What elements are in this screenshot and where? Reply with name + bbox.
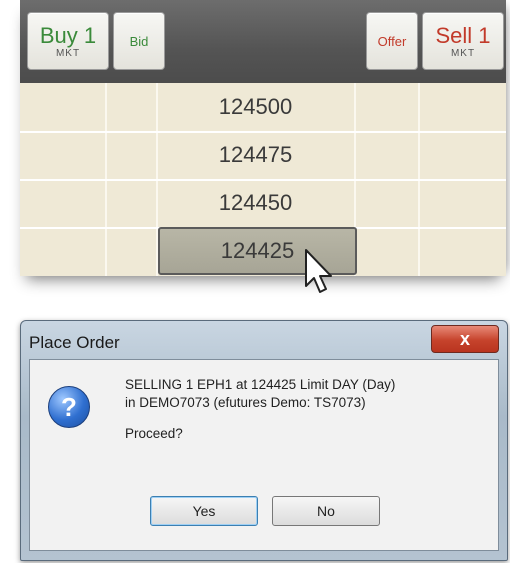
ladder-toolbar: Buy 1 MKT Bid Offer Sell 1 MKT bbox=[20, 0, 506, 83]
order-message-line: SELLING 1 EPH1 at 124425 Limit DAY (Day) bbox=[125, 377, 396, 392]
price-ladder: Buy 1 MKT Bid Offer Sell 1 MKT 124500 12… bbox=[20, 0, 506, 276]
proceed-prompt: Proceed? bbox=[125, 426, 183, 441]
place-order-dialog: Place Order x ? SELLING 1 EPH1 at 124425… bbox=[20, 320, 508, 561]
price-cell[interactable]: 124450 bbox=[158, 181, 353, 225]
close-button[interactable]: x bbox=[431, 325, 499, 353]
buy-market-button[interactable]: Buy 1 MKT bbox=[27, 12, 109, 70]
bid-button[interactable]: Bid bbox=[113, 12, 165, 70]
sell-label: Sell 1 bbox=[435, 22, 491, 48]
price-cell[interactable]: 124500 bbox=[158, 85, 353, 129]
ladder-row[interactable]: 124500 bbox=[20, 83, 506, 133]
dialog-body: ? SELLING 1 EPH1 at 124425 Limit DAY (Da… bbox=[29, 359, 499, 551]
question-icon: ? bbox=[48, 386, 90, 428]
bid-label: Bid bbox=[129, 33, 149, 49]
ladder-row[interactable]: 124425 bbox=[20, 227, 506, 275]
price-cell[interactable]: 124475 bbox=[158, 133, 353, 177]
mouse-pointer-icon bbox=[305, 249, 332, 293]
buy-order-type: MKT bbox=[55, 47, 81, 59]
no-button[interactable]: No bbox=[272, 496, 380, 526]
dialog-title: Place Order bbox=[29, 333, 120, 352]
sell-order-type: MKT bbox=[450, 47, 476, 59]
ladder-row[interactable]: 124450 bbox=[20, 179, 506, 229]
sell-market-button[interactable]: Sell 1 MKT bbox=[422, 12, 504, 70]
close-icon: x bbox=[459, 328, 470, 349]
yes-button[interactable]: Yes bbox=[150, 496, 258, 526]
ladder-row[interactable]: 124475 bbox=[20, 131, 506, 181]
order-message-line: in DEMO7073 (efutures Demo: TS7073) bbox=[125, 395, 366, 410]
offer-label: Offer bbox=[377, 33, 407, 49]
buy-label: Buy 1 bbox=[39, 22, 97, 48]
order-message: SELLING 1 EPH1 at 124425 Limit DAY (Day)… bbox=[125, 376, 395, 412]
offer-button[interactable]: Offer bbox=[366, 12, 418, 70]
